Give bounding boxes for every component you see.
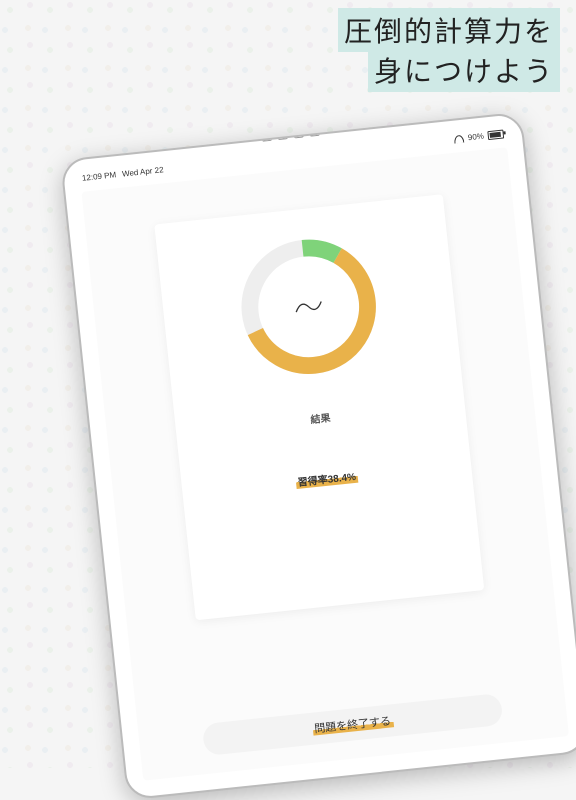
app-screen: 結果 習得率38.4% 問題を終了する [81,147,569,780]
result-heading: 結果 [310,409,331,426]
wifi-icon [454,134,465,143]
battery-icon [487,130,504,141]
headline-line-1: 圧倒的計算力を [338,8,560,52]
battery-percent: 90% [467,132,484,143]
progress-ring [232,230,386,384]
headline-line-2: 身につけよう [368,48,560,92]
end-quiz-label: 問題を終了する [312,715,394,735]
status-date: Wed Apr 22 [122,165,164,178]
result-card: 結果 習得率38.4% [154,194,484,620]
score-label: 習得率38.4% [295,468,359,489]
tablet-device: 12:09 PM Wed Apr 22 90% [60,111,576,800]
ring-center-icon [232,230,386,384]
status-time: 12:09 PM [82,170,117,183]
end-quiz-button[interactable]: 問題を終了する [202,693,504,756]
